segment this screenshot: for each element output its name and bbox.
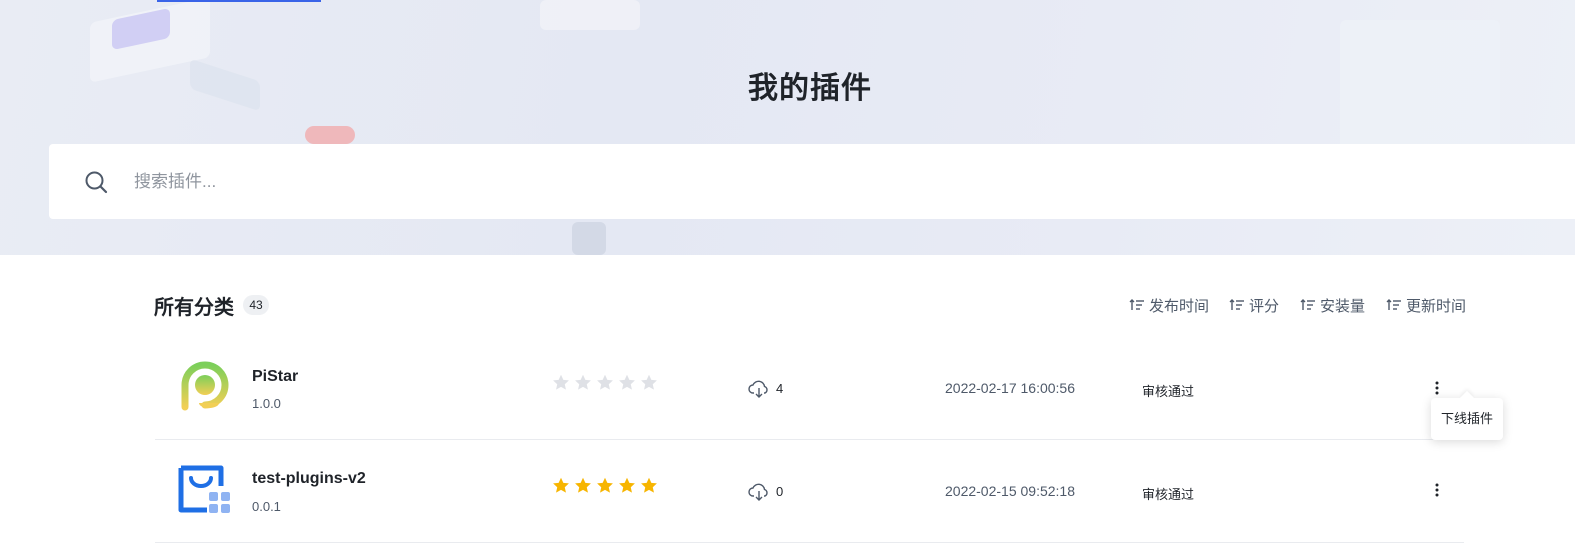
star-icon: [575, 374, 591, 390]
plugin-row[interactable]: test-plugins-v2 0.0.1 0 2022-02-15 09:52…: [155, 440, 1464, 543]
sort-installs[interactable]: 安装量: [1300, 295, 1365, 315]
decorative-shape: [305, 126, 355, 144]
sort-icon: [1229, 299, 1244, 310]
sort-label: 更新时间: [1406, 297, 1467, 315]
sort-label: 发布时间: [1149, 297, 1210, 315]
star-icon: [619, 477, 635, 493]
more-actions-button[interactable]: [1427, 480, 1447, 500]
status-badge: 审核通过: [1142, 487, 1195, 502]
download-cloud-icon: [748, 380, 768, 398]
nav-active-indicator: [157, 0, 321, 2]
rating-stars: [552, 374, 658, 391]
category-title: 所有分类: [154, 297, 234, 319]
decorative-shape: [540, 0, 640, 30]
download-cloud-icon: [748, 483, 768, 501]
sort-icon: [1129, 299, 1144, 310]
search-bar: [49, 144, 1575, 219]
rating-stars: [552, 477, 658, 494]
sort-label: 评分: [1249, 297, 1280, 315]
plugin-name[interactable]: PiStar: [252, 368, 298, 386]
sort-rating[interactable]: 评分: [1229, 295, 1279, 315]
category-count-badge: 43: [243, 295, 269, 315]
sort-update-time[interactable]: 更新时间: [1386, 295, 1466, 315]
decorative-shape: [572, 222, 606, 255]
more-actions-button[interactable]: [1427, 378, 1447, 398]
sort-label: 安装量: [1320, 297, 1366, 315]
star-icon: [553, 477, 569, 493]
plugin-version: 1.0.0: [252, 396, 281, 411]
star-icon: [553, 374, 569, 390]
star-icon: [575, 477, 591, 493]
plugin-box-logo: [178, 465, 230, 513]
status-badge: 审核通过: [1142, 384, 1195, 399]
more-vertical-icon: [1435, 483, 1439, 497]
plugin-date: 2022-02-15 09:52:18: [945, 483, 1075, 499]
page-title: 我的插件: [748, 72, 872, 105]
star-icon: [641, 477, 657, 493]
star-icon: [641, 374, 657, 390]
plugin-date: 2022-02-17 16:00:56: [945, 380, 1075, 396]
plugin-row[interactable]: PiStar 1.0.0 4 2022-02-17 16:00:56 审核通过: [155, 337, 1464, 440]
search-icon[interactable]: [84, 170, 108, 194]
star-icon: [597, 477, 613, 493]
star-icon: [597, 374, 613, 390]
pistar-logo: [181, 361, 229, 411]
download-count: 0: [776, 484, 784, 499]
search-input[interactable]: [134, 144, 1034, 219]
sort-icon: [1300, 299, 1315, 310]
download-count: 4: [776, 381, 784, 396]
offline-plugin-menu-item[interactable]: 下线插件: [1431, 398, 1503, 440]
sort-icon: [1386, 299, 1401, 310]
sort-publish-time[interactable]: 发布时间: [1129, 295, 1209, 315]
plugin-version: 0.0.1: [252, 499, 281, 514]
plugin-name[interactable]: test-plugins-v2: [252, 470, 366, 488]
star-icon: [619, 374, 635, 390]
more-vertical-icon: [1435, 381, 1439, 395]
